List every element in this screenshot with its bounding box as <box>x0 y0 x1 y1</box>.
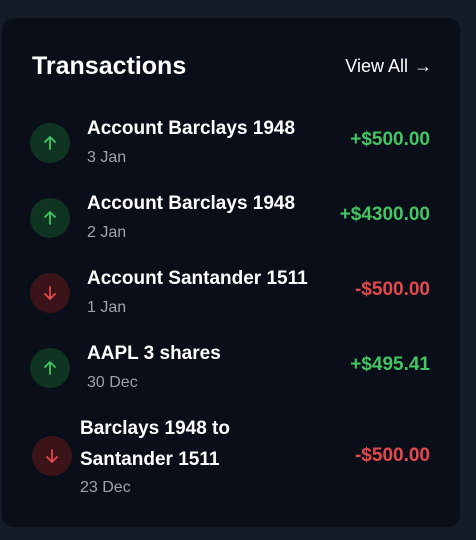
arrow-up-icon <box>30 123 70 163</box>
transaction-amount: -$500.00 <box>354 279 430 300</box>
card-header: Transactions View All → <box>32 50 432 84</box>
transaction-row[interactable]: Account Barclays 1948 3 Jan +$500.00 <box>2 110 460 170</box>
transaction-date: 2 Jan <box>87 224 127 241</box>
transaction-description-line2: Santander 1511 <box>80 449 220 470</box>
transaction-description: Account Barclays 1948 <box>87 118 296 139</box>
arrow-down-icon <box>30 273 70 313</box>
view-all-link[interactable]: View All → <box>345 54 432 78</box>
transactions-card: Transactions View All → Account Barclays … <box>2 18 460 527</box>
transaction-amount: +$495.41 <box>350 354 430 375</box>
transaction-description: Account Barclays 1948 <box>87 193 296 214</box>
arrow-down-icon <box>32 436 72 476</box>
arrow-right-icon: → <box>414 56 432 76</box>
transaction-date: 1 Jan <box>87 299 127 316</box>
transaction-row[interactable]: AAPL 3 shares 30 Dec +$495.41 <box>2 335 460 395</box>
transaction-date: 23 Dec <box>80 479 131 496</box>
view-all-label: View All <box>345 56 408 76</box>
transaction-description: AAPL 3 shares <box>87 343 221 364</box>
transaction-date: 30 Dec <box>87 374 138 391</box>
transaction-amount: -$500.00 <box>354 445 430 466</box>
arrow-up-icon <box>30 348 70 388</box>
transaction-description: Barclays 1948 to <box>80 418 230 439</box>
transaction-date: 3 Jan <box>87 149 127 166</box>
transaction-row[interactable]: Barclays 1948 to Santander 1511 23 Dec -… <box>2 410 460 500</box>
transaction-row[interactable]: Account Santander 1511 1 Jan -$500.00 <box>2 260 460 320</box>
arrow-up-icon <box>30 198 70 238</box>
transaction-amount: +$4300.00 <box>339 204 430 225</box>
transaction-row[interactable]: Account Barclays 1948 2 Jan +$4300.00 <box>2 185 460 245</box>
transaction-amount: +$500.00 <box>350 129 430 150</box>
transaction-description: Account Santander 1511 <box>87 268 308 289</box>
card-title: Transactions <box>32 52 187 80</box>
